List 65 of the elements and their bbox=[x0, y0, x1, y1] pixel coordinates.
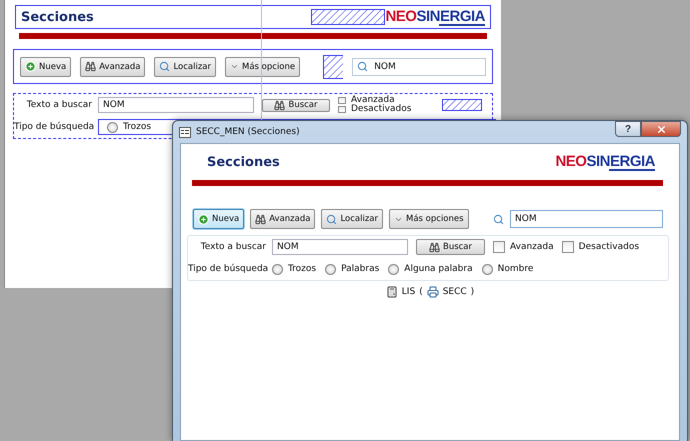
radio-label: Palabras bbox=[341, 264, 380, 274]
company-logo: NEOSINERGIA bbox=[555, 154, 655, 168]
radio-label: Alguna palabra bbox=[404, 264, 473, 274]
radio-label: Trozos bbox=[288, 264, 316, 274]
toolbar-button[interactable]: Nueva bbox=[193, 209, 244, 229]
binoculars-icon bbox=[255, 214, 266, 224]
hatched-area bbox=[442, 99, 482, 111]
field-label: Texto a buscar bbox=[26, 100, 93, 110]
caret-icon bbox=[230, 62, 239, 71]
plus-icon bbox=[25, 61, 36, 72]
close-icon bbox=[656, 124, 666, 134]
radio-label: Trozos bbox=[123, 122, 152, 132]
toolbar-button[interactable]: Nueva bbox=[20, 56, 72, 76]
close-button[interactable] bbox=[641, 121, 681, 137]
search-field[interactable]: NOM bbox=[352, 58, 486, 76]
window-icon bbox=[179, 126, 191, 138]
toolbar-button[interactable]: Más opciones bbox=[389, 209, 469, 229]
toolbar-button[interactable]: Avanzada bbox=[80, 56, 146, 76]
search-icon bbox=[357, 61, 368, 72]
field-label: Tipo de búsqueda bbox=[188, 264, 270, 274]
toolbar-button[interactable]: Localizar bbox=[154, 56, 216, 76]
help-button[interactable]: ? bbox=[615, 121, 641, 137]
radio-button[interactable] bbox=[482, 264, 493, 274]
logo-tagline-mark bbox=[439, 24, 485, 26]
binoculars-icon bbox=[428, 242, 440, 252]
checkbox[interactable] bbox=[338, 106, 346, 113]
search-icon bbox=[326, 214, 338, 224]
radio-button[interactable] bbox=[325, 264, 336, 274]
checkbox-label: Desactivados bbox=[578, 242, 640, 252]
search-icon bbox=[493, 214, 504, 224]
checkbox[interactable] bbox=[493, 241, 505, 253]
toolbar-button[interactable]: Localizar bbox=[321, 209, 383, 229]
search-icon bbox=[159, 61, 170, 72]
window-title: SECC_MEN (Secciones) bbox=[196, 127, 300, 137]
hatched-area bbox=[322, 54, 344, 78]
company-logo: NEOSINERGIA bbox=[385, 8, 485, 24]
radio-button[interactable] bbox=[107, 122, 118, 132]
checkbox-label: Desactivados bbox=[351, 105, 412, 114]
search-button[interactable]: Buscar bbox=[262, 98, 330, 112]
search-text-field[interactable]: NOM bbox=[98, 97, 254, 113]
parenthesis: ( bbox=[419, 287, 423, 297]
binoculars-icon bbox=[274, 100, 286, 110]
search-text-field[interactable]: NOM bbox=[272, 239, 408, 255]
radio-button[interactable] bbox=[388, 264, 400, 274]
radio-button[interactable] bbox=[272, 264, 283, 274]
page-title: Secciones bbox=[21, 10, 94, 24]
field-label: Texto a buscar bbox=[200, 242, 267, 252]
plus-icon bbox=[198, 214, 209, 224]
search-button[interactable]: Buscar bbox=[416, 239, 485, 255]
search-field[interactable]: NOM bbox=[510, 210, 663, 228]
toolbar-button[interactable]: Avanzada bbox=[250, 209, 316, 229]
checkbox-label: Avanzada bbox=[510, 242, 554, 252]
parenthesis: ) bbox=[470, 287, 474, 297]
radio-label: Nombre bbox=[498, 264, 534, 274]
binoculars-icon bbox=[85, 61, 96, 72]
checkbox[interactable] bbox=[338, 97, 346, 104]
toolbar-button[interactable]: Más opcione bbox=[225, 56, 300, 76]
logo-tagline-mark bbox=[609, 168, 655, 170]
printer-icon bbox=[426, 286, 439, 298]
checkbox-label: Avanzada bbox=[351, 96, 395, 105]
list-code: LIS bbox=[402, 287, 416, 297]
checkbox[interactable] bbox=[562, 241, 574, 253]
page-title: Secciones bbox=[207, 154, 280, 170]
section-code: SECC bbox=[442, 287, 467, 297]
field-label: Tipo de búsqueda bbox=[14, 122, 96, 132]
